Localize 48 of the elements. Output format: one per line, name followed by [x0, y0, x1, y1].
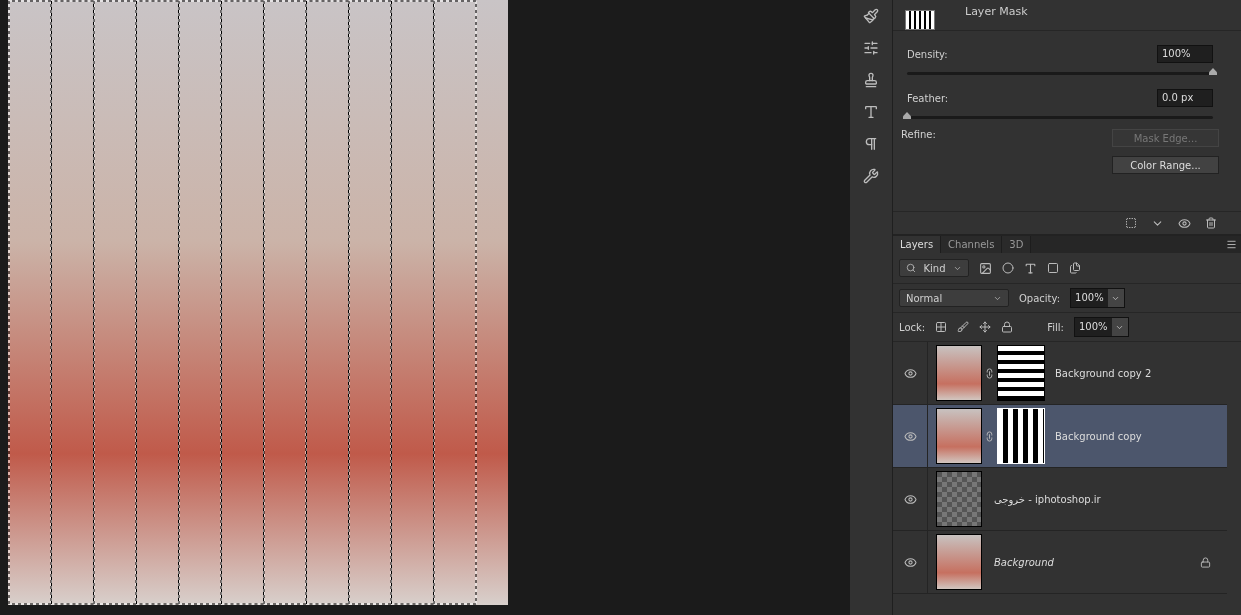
- opacity-label: Opacity:: [1019, 292, 1061, 304]
- smart-object-icon[interactable]: [1069, 262, 1081, 274]
- eye-icon[interactable]: [903, 555, 917, 569]
- blend-mode-dropdown[interactable]: Normal: [899, 289, 1009, 307]
- layer-row[interactable]: Background copy: [893, 405, 1227, 468]
- eye-icon[interactable]: [903, 492, 917, 506]
- eye-icon[interactable]: [903, 366, 917, 380]
- eye-icon[interactable]: [1178, 216, 1191, 230]
- fill-label: Fill:: [1047, 321, 1064, 333]
- layer-row[interactable]: Background copy 2: [893, 342, 1227, 405]
- panel-tab[interactable]: 3D: [1002, 236, 1032, 253]
- lock-label: Lock:: [899, 321, 926, 333]
- lock-icon[interactable]: [1001, 321, 1014, 333]
- search-icon: [906, 263, 916, 273]
- layer-row[interactable]: خروجی - iphotoshop.ir: [893, 468, 1227, 531]
- layer-row[interactable]: Background: [893, 531, 1227, 594]
- panel-title: Layer Mask: [965, 5, 1028, 18]
- layer-name: Background: [994, 556, 1055, 568]
- selection-icon[interactable]: [1125, 217, 1137, 229]
- filter-dropdown[interactable]: Kind: [899, 259, 969, 277]
- adjustment-icon[interactable]: [1002, 262, 1014, 274]
- panel-menu-icon[interactable]: [1226, 239, 1237, 250]
- refine-label: Refine:: [901, 129, 936, 142]
- mask-thumbnail: [905, 10, 935, 30]
- panel-tab[interactable]: Layers: [893, 236, 942, 253]
- filter-value: Kind: [923, 262, 946, 274]
- eye-icon[interactable]: [903, 429, 917, 443]
- value-field[interactable]: 0.0 px: [1157, 89, 1213, 107]
- type-icon[interactable]: [1024, 261, 1037, 275]
- slider-thumb[interactable]: [903, 112, 911, 119]
- slider-thumb[interactable]: [1209, 68, 1217, 75]
- layer-name: Background copy: [1055, 430, 1143, 442]
- blend-mode-value: Normal: [906, 292, 943, 304]
- value-field[interactable]: 100%: [1157, 45, 1213, 63]
- shape-icon[interactable]: [1047, 262, 1059, 274]
- brush-icon[interactable]: [957, 321, 970, 333]
- layer-name: Background copy 2: [1055, 367, 1153, 379]
- slider-label: Density:: [907, 48, 948, 60]
- move-icon[interactable]: [979, 321, 992, 333]
- slider-label: Feather:: [907, 92, 949, 104]
- trash-icon[interactable]: [1205, 217, 1217, 229]
- panel-button[interactable]: Color Range...: [1112, 156, 1219, 174]
- layer-name: خروجی - iphotoshop.ir: [994, 493, 1102, 505]
- image-icon[interactable]: [979, 261, 992, 275]
- panel-tab[interactable]: Channels: [941, 236, 1003, 253]
- link-icon: [984, 367, 995, 379]
- link-icon: [984, 430, 995, 442]
- checker-icon[interactable]: [935, 321, 948, 333]
